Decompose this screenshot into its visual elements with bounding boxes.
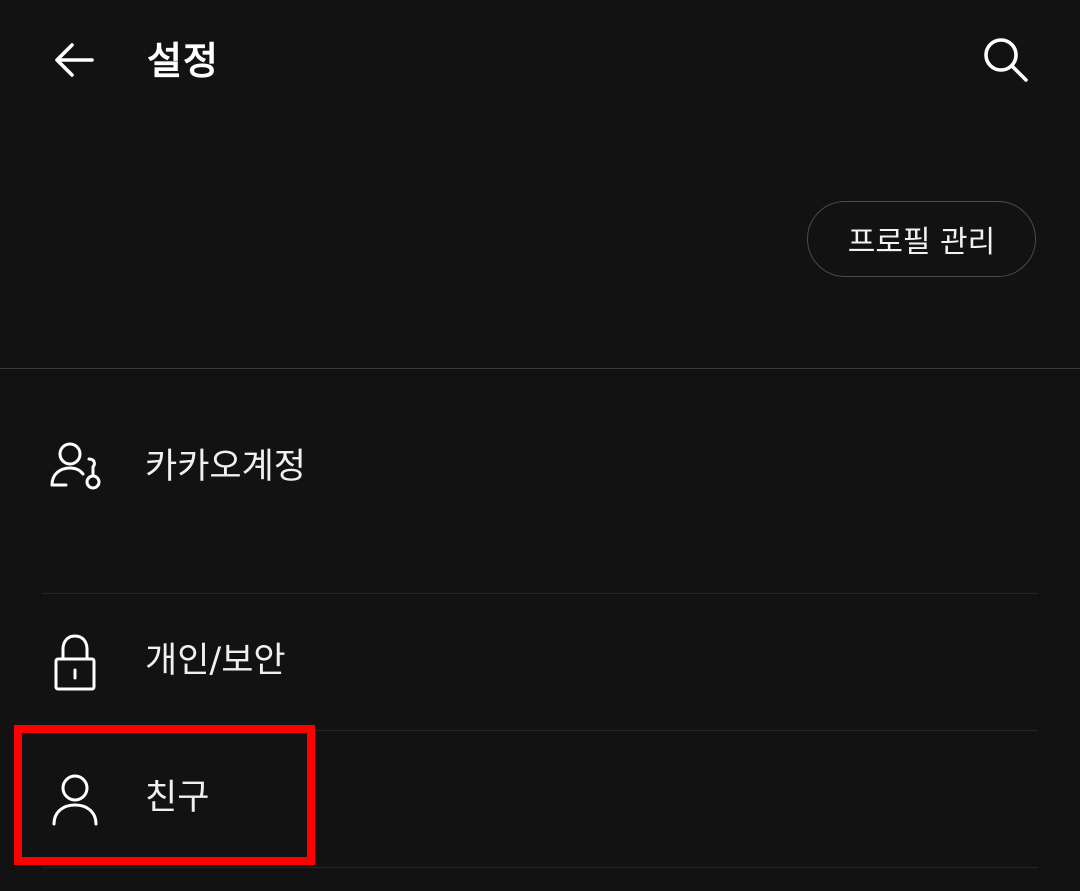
person-icon (42, 767, 108, 833)
menu-item-friends[interactable]: 친구 (0, 731, 1080, 867)
menu-item-label: 개인/보안 (145, 641, 286, 681)
app-header: 설정 (0, 0, 1080, 122)
item-divider (42, 867, 1038, 868)
arrow-left-icon (50, 36, 98, 88)
page-title: 설정 (147, 39, 219, 83)
lock-icon (42, 630, 108, 696)
menu-item-label: 카카오계정 (145, 447, 307, 487)
search-button[interactable] (972, 30, 1040, 94)
account-key-icon (42, 434, 108, 500)
menu-item-label: 친구 (145, 778, 210, 818)
back-button[interactable] (42, 30, 106, 94)
profile-manage-button[interactable]: 프로필 관리 (807, 201, 1036, 277)
settings-screen: 설정 프로필 관리 카카오계정 개인/보안 친구 (0, 0, 1080, 891)
section-divider (0, 368, 1080, 369)
search-icon (981, 35, 1031, 89)
menu-item-kakao-account[interactable]: 카카오계정 (0, 400, 1080, 593)
menu-item-privacy-security[interactable]: 개인/보안 (0, 594, 1080, 730)
